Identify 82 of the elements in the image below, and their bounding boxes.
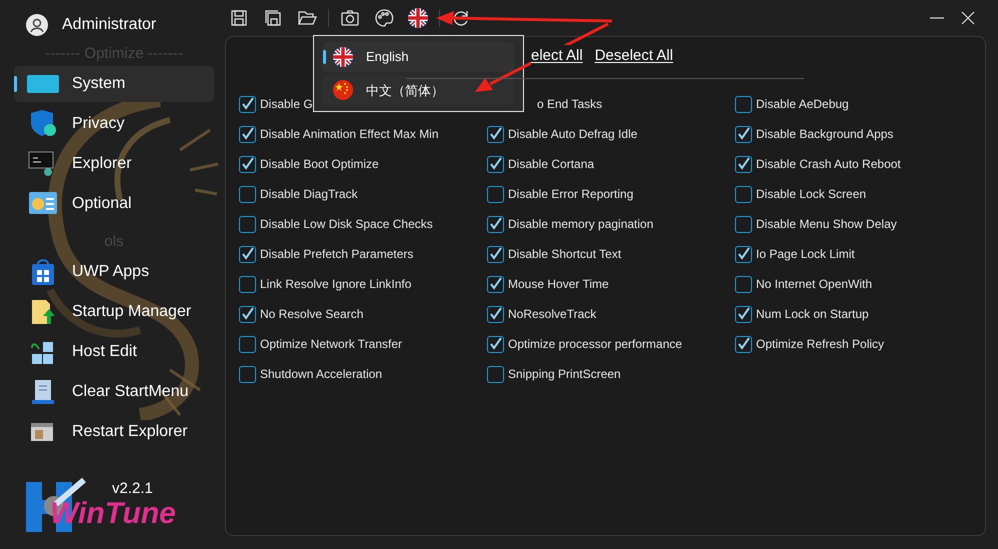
checkbox[interactable] [487, 306, 504, 322]
option-label: Disable DiagTrack [260, 186, 358, 203]
checkbox[interactable] [239, 186, 256, 202]
checkbox[interactable] [735, 186, 752, 202]
option-label: Disable Animation Effect Max Min [260, 126, 439, 143]
option-label: Disable Error Reporting [508, 186, 634, 203]
user-name: Administrator [62, 15, 156, 35]
checkbox[interactable] [487, 246, 504, 262]
checkbox[interactable] [239, 246, 256, 262]
checkbox[interactable] [487, 276, 504, 292]
option-label: Disable Menu Show Delay [756, 216, 897, 233]
nav-item[interactable]: Host Edit [14, 334, 214, 370]
option-label: Disable Low Disk Space Checks [260, 216, 433, 233]
option-label: NoResolveTrack [508, 306, 596, 323]
window-icon [30, 420, 56, 444]
chart-window-icon [28, 191, 58, 217]
nav-item[interactable]: Restart Explorer [14, 414, 214, 450]
checkbox[interactable] [239, 276, 256, 292]
option-label: Disable G [260, 96, 313, 113]
checkbox[interactable] [239, 336, 256, 352]
china-flag-icon [332, 79, 354, 102]
option-label: Optimize processor performance [508, 336, 682, 353]
option-label: Shutdown Acceleration [260, 366, 382, 383]
checkbox[interactable] [239, 216, 256, 232]
option-label: o End Tasks [537, 96, 602, 113]
option-label: Disable Shortcut Text [508, 246, 622, 263]
nav-item[interactable]: Explorer [14, 146, 214, 182]
windows-bag-icon [30, 258, 56, 286]
option-label: Link Resolve Ignore LinkInfo [260, 276, 412, 293]
link[interactable]: elect All [531, 45, 583, 67]
nav-item[interactable]: Clear StartMenu [14, 374, 214, 410]
document-icon [30, 378, 56, 406]
option-label: Disable Prefetch Parameters [260, 246, 414, 263]
checkbox[interactable] [735, 276, 752, 292]
option-label: No Internet OpenWith [756, 276, 872, 293]
option-label: Snipping PrintScreen [508, 366, 621, 383]
language-option[interactable]: English [323, 42, 514, 72]
option-label: Mouse Hover Time [508, 276, 609, 293]
nav-item[interactable]: UWP Apps [14, 254, 214, 290]
option-label: Io Page Lock Limit [756, 246, 855, 263]
option-label: Disable Auto Defrag Idle [508, 126, 638, 143]
option-label: Num Lock on Startup [756, 306, 869, 323]
checkbox[interactable] [735, 216, 752, 232]
checkbox[interactable] [487, 186, 504, 202]
checkbox[interactable] [487, 366, 504, 382]
checkbox[interactable] [487, 216, 504, 232]
checkbox[interactable] [735, 246, 752, 262]
option-label: Disable Background Apps [756, 126, 894, 143]
option-label: Disable Cortana [508, 156, 594, 173]
checkbox[interactable] [239, 126, 256, 142]
nav-item[interactable]: Startup Manager [14, 294, 214, 330]
monitor-icon [26, 73, 60, 95]
nav-item[interactable]: Privacy [14, 106, 214, 142]
uk-flag-icon [332, 46, 354, 68]
option-label: Disable Boot Optimize [260, 156, 379, 173]
option-label: Optimize Network Transfer [260, 336, 402, 353]
language-option[interactable]: 中文（简体） [323, 76, 514, 105]
option-label: Optimize Refresh Policy [756, 336, 884, 353]
avatar-icon [26, 14, 48, 36]
checkbox[interactable] [487, 336, 504, 352]
checkbox[interactable] [735, 96, 752, 112]
checkbox[interactable] [239, 156, 256, 172]
checkbox[interactable] [487, 126, 504, 142]
close-icon[interactable] [960, 10, 976, 26]
checkbox[interactable] [487, 156, 504, 172]
option-label: Disable Lock Screen [756, 186, 866, 203]
folder-arrow-icon [30, 298, 56, 326]
nav-item[interactable]: System [14, 66, 214, 102]
option-label: Disable AeDebug [756, 96, 849, 113]
option-label: Disable memory pagination [508, 216, 654, 233]
checkbox[interactable] [239, 96, 256, 112]
checkbox[interactable] [735, 306, 752, 322]
checkbox[interactable] [735, 126, 752, 142]
checkbox[interactable] [735, 336, 752, 352]
checkbox[interactable] [239, 366, 256, 382]
option-label: Disable Crash Auto Reboot [756, 156, 901, 173]
nav-item[interactable]: Optional [14, 186, 214, 222]
option-label: No Resolve Search [260, 306, 364, 323]
checkbox[interactable] [239, 306, 256, 322]
checkbox[interactable] [735, 156, 752, 172]
version-label: v2.2.1 [112, 479, 154, 499]
shield-icon [28, 110, 58, 138]
